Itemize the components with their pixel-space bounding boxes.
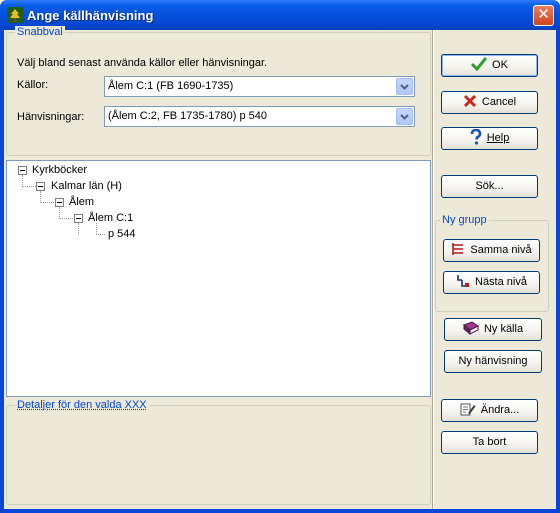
next-level-icon xyxy=(457,275,469,287)
title-bar[interactable]: Ange källhänvisning ✕ xyxy=(0,0,560,30)
ok-button[interactable]: OK xyxy=(441,54,538,77)
snabbval-legend: Snabbval xyxy=(15,26,65,38)
ny-hanvisning-label: Ny hänvisning xyxy=(458,355,528,367)
question-icon xyxy=(470,129,481,145)
tree-connector xyxy=(59,218,73,219)
kallor-dropdown-button[interactable] xyxy=(396,78,413,95)
tree-node-alem[interactable]: Ålem xyxy=(69,196,94,208)
same-level-icon xyxy=(452,243,464,255)
tree-node-kyrkbocker[interactable]: Kyrkböcker xyxy=(32,164,87,176)
ta-bort-label: Ta bort xyxy=(472,436,507,448)
andra-button[interactable]: Ändra... xyxy=(441,399,538,422)
chevron-down-icon xyxy=(400,114,409,120)
help-label: Help xyxy=(486,132,510,144)
details-group: Detaljer för den valda XXX xyxy=(6,399,431,505)
tree-node-kalmar-lan[interactable]: Kalmar län (H) xyxy=(51,180,122,192)
dialog-window: Ange källhänvisning ✕ Snabbval Välj blan… xyxy=(0,0,560,513)
hanvisningar-dropdown-button[interactable] xyxy=(396,108,413,125)
tree-connector xyxy=(78,223,79,235)
chevron-down-icon xyxy=(400,84,409,90)
collapse-toggle[interactable] xyxy=(36,182,45,191)
ny-kalla-label: Ny källa xyxy=(483,323,524,335)
samma-niva-button[interactable]: Samma nivå xyxy=(443,239,540,262)
collapse-toggle[interactable] xyxy=(55,198,64,207)
andra-label: Ändra... xyxy=(480,404,520,416)
ok-label: OK xyxy=(492,59,508,71)
book-icon xyxy=(462,321,479,335)
ny-hanvisning-button[interactable]: Ny hänvisning xyxy=(444,350,542,373)
collapse-toggle[interactable] xyxy=(18,166,27,175)
close-button[interactable]: ✕ xyxy=(533,5,554,26)
tree-connector xyxy=(22,186,36,187)
snabbval-group: Snabbval Välj bland senast använda källo… xyxy=(6,26,431,156)
tree-node-p544[interactable]: p 544 xyxy=(108,228,136,240)
tree-connector xyxy=(96,234,105,235)
kallor-value: Ålem C:1 (FB 1690-1735) xyxy=(108,80,234,92)
samma-niva-label: Samma nivå xyxy=(470,244,532,256)
ny-grupp-legend: Ny grupp xyxy=(440,214,489,226)
ny-grupp-group: Ny grupp xyxy=(435,214,549,312)
hanvisningar-value: (Ålem C:2, FB 1735-1780) p 540 xyxy=(108,110,267,122)
cancel-label: Cancel xyxy=(481,96,517,108)
vertical-divider xyxy=(432,30,434,509)
sok-button[interactable]: Sök... xyxy=(441,175,538,198)
hanvisningar-combobox[interactable]: (Ålem C:2, FB 1735-1780) p 540 xyxy=(104,106,415,127)
nasta-niva-button[interactable]: Nästa nivå xyxy=(443,271,540,294)
hanvisningar-label: Hänvisningar: xyxy=(17,111,85,123)
checkmark-icon xyxy=(471,57,488,71)
x-icon xyxy=(463,94,476,108)
kallor-label: Källor: xyxy=(17,79,49,91)
collapse-toggle[interactable] xyxy=(74,214,83,223)
snabbval-description: Välj bland senast använda källor eller h… xyxy=(17,57,268,69)
help-button[interactable]: Help xyxy=(441,127,538,150)
kallor-combobox[interactable]: Ålem C:1 (FB 1690-1735) xyxy=(104,76,415,97)
ta-bort-button[interactable]: Ta bort xyxy=(441,431,538,454)
tree-connector xyxy=(96,223,97,234)
source-tree[interactable]: Kyrkböcker Kalmar län (H) Ålem Ålem C:1 … xyxy=(6,160,431,397)
tree-connector xyxy=(40,202,54,203)
dialog-client: Snabbval Välj bland senast använda källo… xyxy=(4,26,556,509)
details-legend: Detaljer för den valda XXX xyxy=(15,399,149,411)
sok-label: Sök... xyxy=(475,180,504,192)
tree-node-alem-c1[interactable]: Ålem C:1 xyxy=(88,212,133,224)
window-title: Ange källhänvisning xyxy=(27,8,154,23)
ny-kalla-button[interactable]: Ny källa xyxy=(444,318,542,341)
cancel-button[interactable]: Cancel xyxy=(441,91,538,114)
tree-icon xyxy=(7,7,23,23)
nasta-niva-label: Nästa nivå xyxy=(475,276,527,288)
edit-icon xyxy=(460,403,476,416)
